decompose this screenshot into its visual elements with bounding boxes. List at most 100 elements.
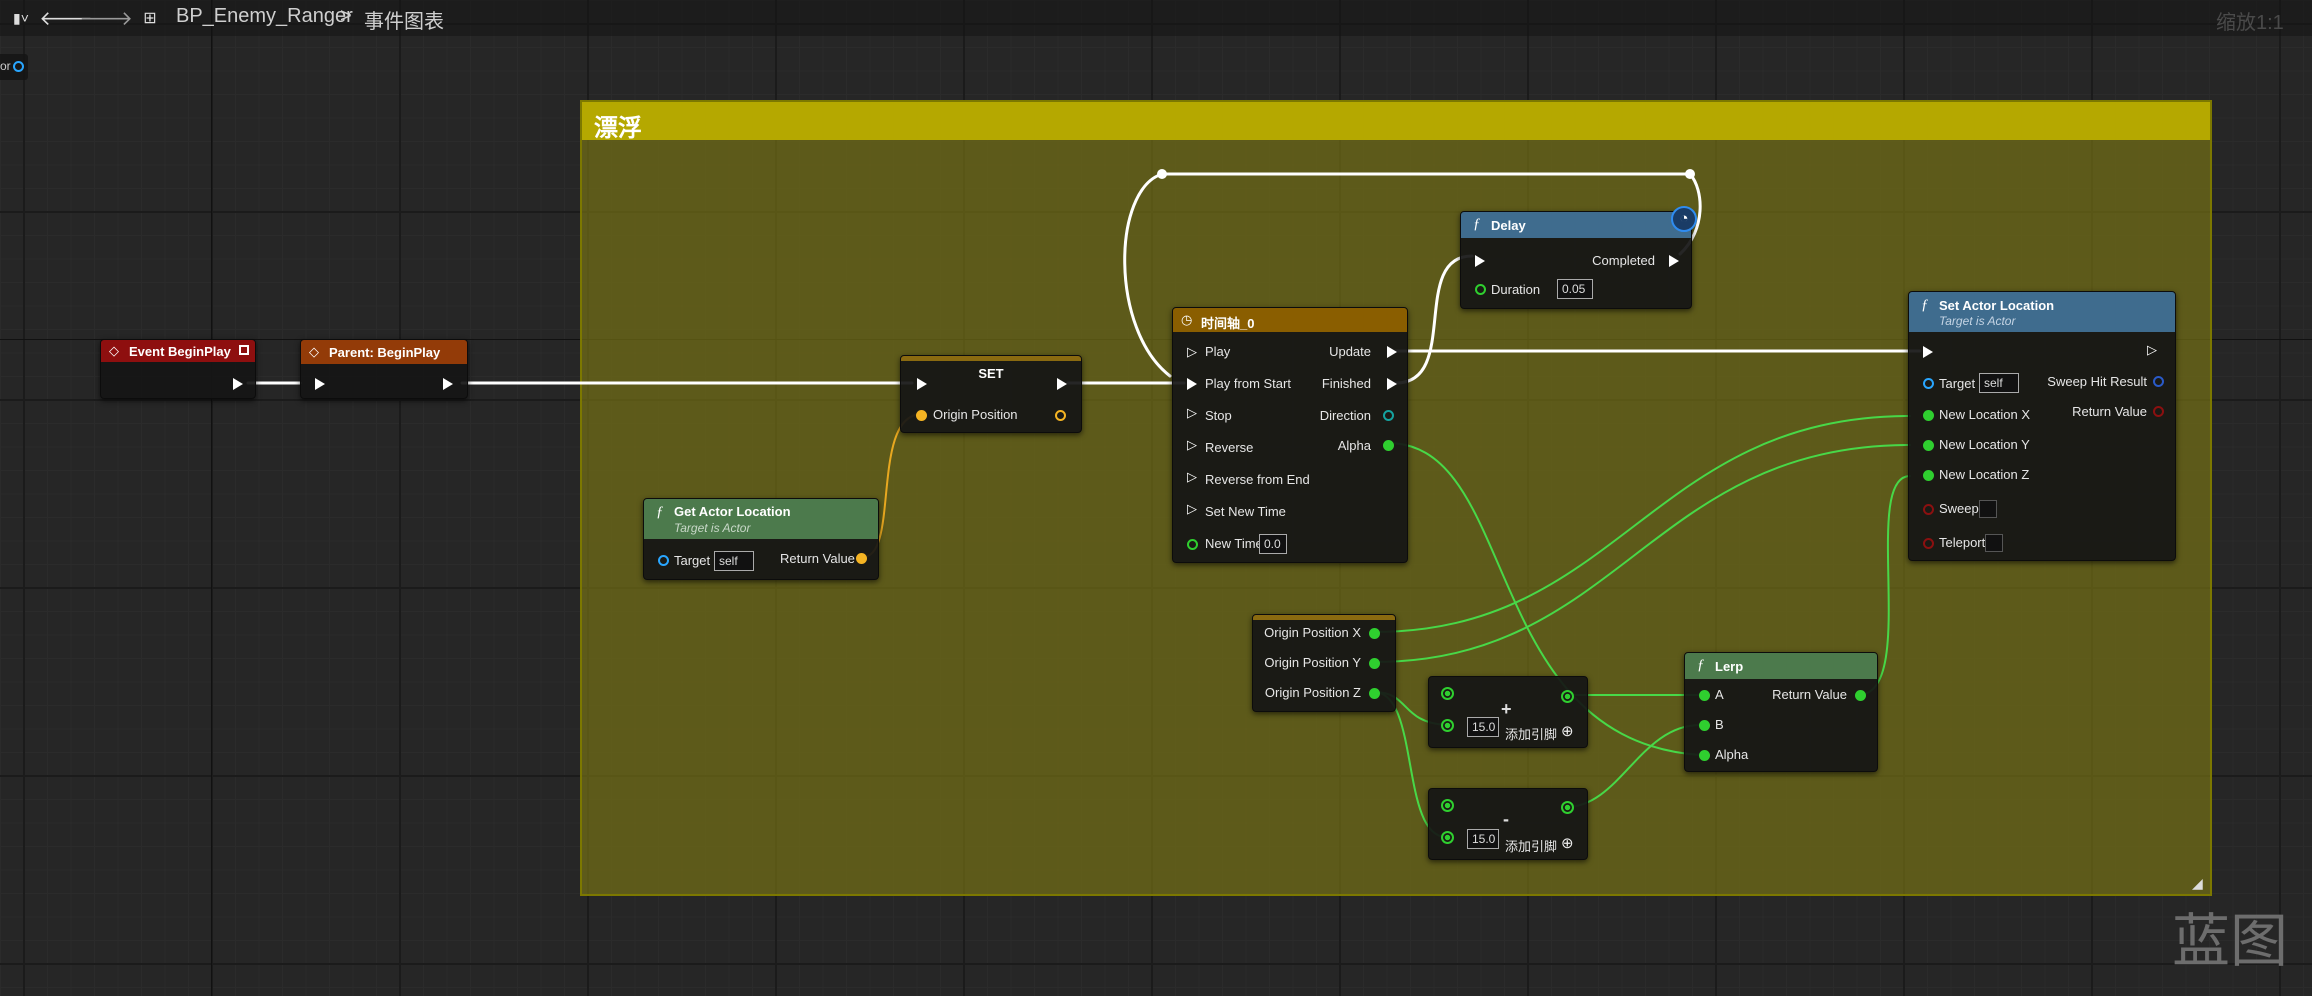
return-value-pin[interactable]	[856, 553, 867, 564]
add-pin-label[interactable]: 添加引脚	[1505, 724, 1557, 743]
pin-label: Reverse from End	[1205, 472, 1310, 487]
get-actor-location-node[interactable]: ƒ Get Actor Location Target is Actor Tar…	[643, 498, 879, 580]
event-begin-play-node[interactable]: ◇ Event BeginPlay	[100, 339, 256, 399]
exec-out-pin[interactable]	[233, 378, 243, 390]
exec-in-pin[interactable]	[1923, 346, 1933, 358]
reverse-from-end-exec-pin[interactable]: ▷	[1187, 469, 1197, 485]
origin-position-y-pin[interactable]	[1369, 658, 1380, 669]
node-title: Event BeginPlay	[129, 344, 231, 359]
lerp-node[interactable]: ƒ Lerp A B Alpha Return Value	[1684, 652, 1878, 772]
add-pin-plus-icon[interactable]: ⊕	[1561, 834, 1574, 852]
input-a-pin[interactable]	[1441, 687, 1454, 700]
stop-exec-pin[interactable]: ▷	[1187, 405, 1197, 421]
finished-exec-pin[interactable]	[1387, 378, 1397, 390]
exec-in-pin[interactable]	[315, 378, 325, 390]
node-subtitle: Target is Actor	[1939, 314, 2016, 328]
return-value-pin[interactable]	[1855, 690, 1866, 701]
set-variable-node[interactable]: SET Origin Position	[900, 355, 1082, 433]
node-header[interactable]: ƒ Get Actor Location Target is Actor	[644, 499, 878, 539]
pin-label: New Location Z	[1939, 467, 2030, 482]
float-wire-x-to-set-location	[1373, 415, 1911, 633]
node-title: 时间轴_0	[1201, 316, 1255, 331]
teleport-pin[interactable]	[1923, 538, 1934, 549]
origin-position-z-pin[interactable]	[1369, 688, 1380, 699]
target-pin[interactable]	[658, 555, 669, 566]
pin-label: Origin Position	[933, 407, 1018, 422]
output-pin[interactable]	[1561, 690, 1574, 703]
update-exec-pin[interactable]	[1387, 346, 1397, 358]
delegate-pin[interactable]	[239, 345, 249, 355]
new-time-input[interactable]: 0.0	[1259, 534, 1287, 554]
b-value-input[interactable]: 15.0	[1467, 829, 1499, 849]
operator-label: -	[1503, 809, 1509, 829]
new-location-x-pin[interactable]	[1923, 410, 1934, 421]
b-value-input[interactable]: 15.0	[1467, 717, 1499, 737]
b-pin[interactable]	[1699, 720, 1710, 731]
pin-label: Return Value	[2072, 404, 2147, 419]
add-pin-label[interactable]: 添加引脚	[1505, 836, 1557, 855]
alpha-pin[interactable]	[1699, 750, 1710, 761]
return-value-pin[interactable]	[2153, 406, 2164, 417]
target-input[interactable]: self	[1979, 373, 2019, 393]
target-input[interactable]: self	[714, 551, 754, 571]
node-header[interactable]: ◷ 时间轴_0	[1173, 308, 1407, 332]
node-title: Lerp	[1715, 659, 1744, 674]
new-time-pin[interactable]	[1187, 539, 1198, 550]
origin-position-in-pin[interactable]	[916, 410, 927, 421]
exec-in-pin[interactable]	[1475, 255, 1485, 267]
alpha-pin[interactable]	[1383, 440, 1394, 451]
set-new-time-exec-pin[interactable]: ▷	[1187, 501, 1197, 517]
pin-label: Completed	[1592, 253, 1655, 268]
origin-position-x-pin[interactable]	[1369, 628, 1380, 639]
input-b-pin[interactable]	[1441, 831, 1454, 844]
timeline-node[interactable]: ◷ 时间轴_0 ▷ Play Play from Start ▷ Stop ▷ …	[1172, 307, 1408, 563]
new-location-z-pin[interactable]	[1923, 470, 1934, 481]
direction-pin[interactable]	[1383, 410, 1394, 421]
node-title: Set Actor Location	[1939, 298, 2055, 313]
input-a-pin[interactable]	[1441, 799, 1454, 812]
add-pin-plus-icon[interactable]: ⊕	[1561, 722, 1574, 740]
teleport-checkbox[interactable]	[1985, 534, 2003, 552]
reverse-exec-pin[interactable]: ▷	[1187, 437, 1197, 453]
sweep-pin[interactable]	[1923, 504, 1934, 515]
node-header[interactable]: ƒ Set Actor Location Target is Actor	[1909, 292, 2175, 332]
delay-node[interactable]: ƒ Delay ◔ Completed Duration 0.05	[1460, 206, 1697, 309]
output-pin[interactable]	[1561, 801, 1574, 814]
exec-out-pin[interactable]	[1057, 378, 1067, 390]
clock-icon: ◷	[1181, 312, 1193, 327]
duration-pin[interactable]	[1475, 284, 1486, 295]
function-icon: ƒ	[1473, 216, 1481, 232]
pin-label: B	[1715, 717, 1724, 732]
target-pin[interactable]	[1923, 378, 1934, 389]
set-actor-location-node[interactable]: ƒ Set Actor Location Target is Actor ▷ T…	[1908, 291, 2176, 561]
play-from-start-exec-pin[interactable]	[1187, 378, 1197, 390]
node-title: Delay	[1491, 218, 1526, 233]
exec-out-pin[interactable]: ▷	[2147, 342, 2157, 358]
float-wire-y-to-set-location	[1373, 444, 1911, 663]
node-header[interactable]: ƒ Lerp	[1685, 653, 1877, 679]
sweep-hit-result-pin[interactable]	[2153, 376, 2164, 387]
event-diamond-icon: ◇	[109, 343, 119, 358]
play-exec-pin[interactable]: ▷	[1187, 344, 1197, 359]
sweep-checkbox[interactable]	[1979, 500, 1997, 518]
input-b-pin[interactable]	[1441, 719, 1454, 732]
node-header[interactable]: ƒ Delay	[1461, 212, 1691, 238]
pin-label: A	[1715, 687, 1724, 702]
duration-input[interactable]: 0.05	[1557, 279, 1593, 299]
new-location-y-pin[interactable]	[1923, 440, 1934, 451]
pin-label: Finished	[1321, 376, 1371, 391]
exec-in-pin[interactable]	[917, 378, 927, 390]
parent-begin-play-node[interactable]: ◇ Parent: BeginPlay	[300, 339, 468, 399]
exec-out-pin[interactable]	[443, 378, 453, 390]
origin-position-out-pin[interactable]	[1055, 410, 1066, 421]
break-vector-node[interactable]: Origin Position X Origin Position Y Orig…	[1252, 614, 1396, 712]
node-header[interactable]: ◇ Parent: BeginPlay	[301, 340, 467, 364]
subtract-float-node[interactable]: 15.0 - 添加引脚 ⊕	[1428, 788, 1588, 860]
a-pin[interactable]	[1699, 690, 1710, 701]
pin-label: New Location Y	[1939, 437, 2030, 452]
add-float-node[interactable]: 15.0 + 添加引脚 ⊕	[1428, 676, 1588, 748]
node-header[interactable]: ◇ Event BeginPlay	[101, 340, 255, 362]
function-icon: ƒ	[1921, 297, 1929, 313]
operator-label: +	[1501, 699, 1512, 719]
completed-exec-pin[interactable]	[1669, 255, 1679, 267]
